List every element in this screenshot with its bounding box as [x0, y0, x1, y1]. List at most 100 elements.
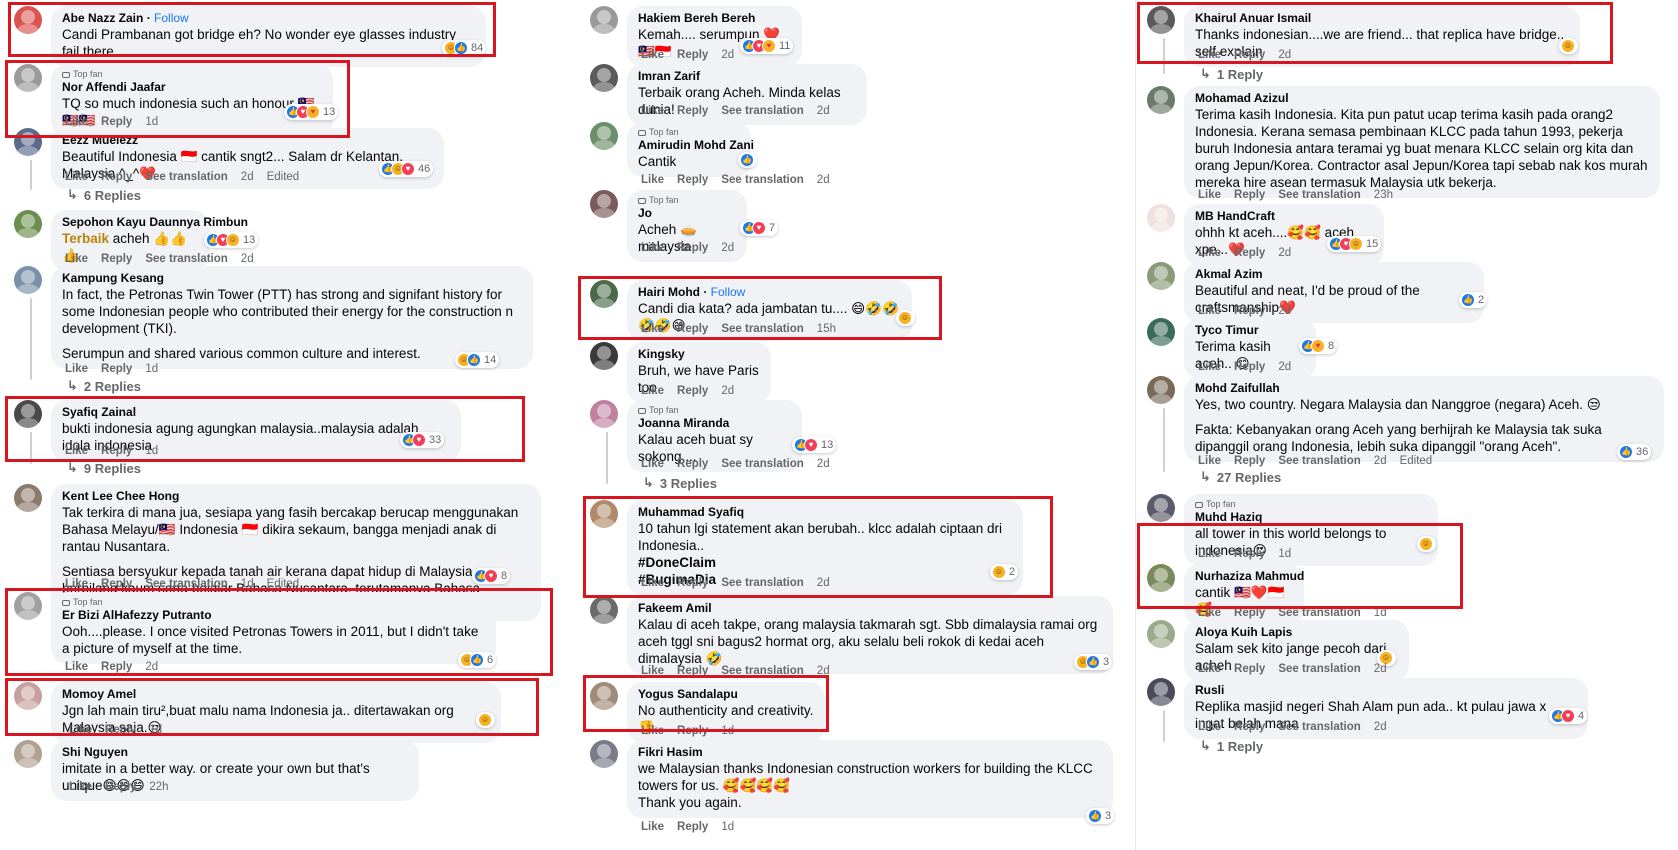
- comment-time[interactable]: 2d: [1374, 720, 1387, 734]
- see-translation-link[interactable]: See translation: [721, 173, 803, 187]
- reply-link[interactable]: Reply: [1234, 360, 1265, 374]
- reply-link[interactable]: Reply: [1234, 454, 1265, 468]
- see-translation-link[interactable]: See translation: [145, 252, 227, 266]
- comment-time[interactable]: 2d: [721, 241, 734, 255]
- comment-time[interactable]: 2d: [817, 457, 830, 471]
- reaction-summary[interactable]: ☺ 👍 14: [455, 352, 500, 368]
- like-link[interactable]: Like: [641, 48, 664, 62]
- avatar[interactable]: [1147, 494, 1175, 522]
- commenter-name[interactable]: Aloya Kuih Lapis: [1195, 625, 1398, 640]
- see-translation-link[interactable]: See translation: [1278, 662, 1360, 676]
- reaction-summary[interactable]: 👍: [738, 152, 757, 168]
- comment-time[interactable]: 2d: [1278, 304, 1291, 318]
- like-link[interactable]: Like: [641, 820, 664, 834]
- avatar[interactable]: [1147, 620, 1175, 648]
- reaction-summary[interactable]: 👍 36: [1617, 444, 1652, 460]
- reaction-summary[interactable]: 👍 ♥ 4: [1549, 708, 1588, 724]
- comment-time[interactable]: 2d: [241, 252, 254, 266]
- reaction-summary[interactable]: 👍 ♥ ☺ 15: [1327, 236, 1382, 252]
- like-link[interactable]: Like: [1198, 360, 1221, 374]
- commenter-name[interactable]: Joanna Miranda: [638, 416, 791, 431]
- commenter-name[interactable]: Sepohon Kayu Daunnya Rimbun: [62, 215, 248, 230]
- commenter-name[interactable]: Akmal Azim: [1195, 267, 1473, 282]
- reply-link[interactable]: Reply: [677, 820, 708, 834]
- avatar[interactable]: [590, 122, 618, 150]
- comment-time[interactable]: 1d: [145, 362, 158, 376]
- reaction-summary[interactable]: 👍 ☺ ♥ 46: [379, 161, 434, 177]
- reply-link[interactable]: Reply: [1234, 188, 1265, 202]
- see-translation-link[interactable]: See translation: [721, 457, 803, 471]
- like-link[interactable]: Like: [641, 457, 664, 471]
- reply-link[interactable]: Reply: [105, 780, 136, 794]
- comment-time[interactable]: 2d: [721, 384, 734, 398]
- reply-link[interactable]: Reply: [101, 362, 132, 376]
- view-replies-link[interactable]: ↳ 2 Replies: [67, 378, 141, 394]
- like-link[interactable]: Like: [1198, 662, 1221, 676]
- edited-label[interactable]: Edited: [1400, 454, 1433, 468]
- commenter-name[interactable]: Fakeem Amil: [638, 601, 1102, 616]
- comment-time[interactable]: 2d: [1374, 662, 1387, 676]
- avatar[interactable]: [14, 210, 42, 238]
- reaction-summary[interactable]: 👍 ♥ 8: [1299, 338, 1338, 354]
- comment-time[interactable]: 23h: [1374, 188, 1393, 202]
- commenter-name[interactable]: Mohd Zaifullah: [1195, 381, 1653, 396]
- avatar[interactable]: [1147, 318, 1175, 346]
- reaction-summary[interactable]: 👍 ♥ 8: [472, 568, 511, 584]
- like-link[interactable]: Like: [1198, 720, 1221, 734]
- reply-link[interactable]: Reply: [1234, 720, 1265, 734]
- commenter-name[interactable]: Jo: [638, 206, 736, 221]
- reply-link[interactable]: Reply: [677, 457, 708, 471]
- see-translation-link[interactable]: See translation: [1278, 188, 1360, 202]
- reaction-summary[interactable]: 👍 ♥ ♥ 11: [740, 38, 794, 54]
- reaction-summary[interactable]: 👍 2: [1459, 292, 1488, 308]
- reply-link[interactable]: Reply: [101, 252, 132, 266]
- reply-link[interactable]: Reply: [677, 173, 708, 187]
- avatar[interactable]: [14, 740, 42, 768]
- like-link[interactable]: Like: [65, 362, 88, 376]
- see-translation-link[interactable]: See translation: [145, 170, 227, 184]
- like-link[interactable]: Like: [641, 384, 664, 398]
- reply-link[interactable]: Reply: [677, 104, 708, 118]
- reply-link[interactable]: Reply: [677, 241, 708, 255]
- comment-time[interactable]: 2d: [1374, 454, 1387, 468]
- reply-link[interactable]: Reply: [1234, 246, 1265, 260]
- avatar[interactable]: [590, 342, 618, 370]
- edited-label[interactable]: Edited: [267, 170, 300, 184]
- comment-time[interactable]: 1d: [721, 820, 734, 834]
- avatar[interactable]: [590, 596, 618, 624]
- like-link[interactable]: Like: [641, 173, 664, 187]
- commenter-name[interactable]: Rusli: [1195, 683, 1577, 698]
- comment-time[interactable]: 22h: [149, 780, 168, 794]
- commenter-name[interactable]: Kampung Kesang: [62, 271, 522, 286]
- avatar[interactable]: [590, 400, 618, 428]
- like-link[interactable]: Like: [1198, 188, 1221, 202]
- view-replies-link[interactable]: ↳ 3 Replies: [643, 475, 717, 491]
- comment-time[interactable]: 2d: [817, 104, 830, 118]
- commenter-name[interactable]: Kent Lee Chee Hong: [62, 489, 530, 504]
- reaction-summary[interactable]: 👍 ♥ ☺ 13: [204, 232, 259, 248]
- avatar[interactable]: [1147, 86, 1175, 114]
- commenter-name[interactable]: Tyco Timur: [1195, 323, 1305, 338]
- avatar[interactable]: [590, 64, 618, 92]
- reaction-summary[interactable]: 👍 ♥ 13: [792, 437, 837, 453]
- see-translation-link[interactable]: See translation: [1278, 720, 1360, 734]
- like-link[interactable]: Like: [1198, 454, 1221, 468]
- like-link[interactable]: Like: [641, 104, 664, 118]
- like-link[interactable]: Like: [641, 241, 664, 255]
- reply-link[interactable]: Reply: [677, 384, 708, 398]
- commenter-name[interactable]: Fikri Hasim: [638, 745, 1102, 760]
- avatar[interactable]: [590, 740, 618, 768]
- reply-link[interactable]: Reply: [101, 170, 132, 184]
- reaction-summary[interactable]: ☺ 👍 3: [1074, 654, 1113, 670]
- commenter-name[interactable]: Hakiem Bereh Bereh: [638, 11, 791, 26]
- view-replies-link[interactable]: ↳ 6 Replies: [67, 187, 141, 203]
- view-replies-link[interactable]: ↳ 1 Reply: [1200, 738, 1263, 754]
- commenter-name[interactable]: Imran Zarif: [638, 69, 856, 84]
- commenter-name[interactable]: Mohamad Azizul: [1195, 91, 1649, 106]
- view-replies-link[interactable]: ↳ 9 Replies: [67, 460, 141, 476]
- see-translation-link[interactable]: See translation: [721, 104, 803, 118]
- commenter-name[interactable]: Kingsky: [638, 347, 760, 362]
- reply-link[interactable]: Reply: [1234, 304, 1265, 318]
- see-translation-link[interactable]: See translation: [1278, 454, 1360, 468]
- avatar[interactable]: [590, 6, 618, 34]
